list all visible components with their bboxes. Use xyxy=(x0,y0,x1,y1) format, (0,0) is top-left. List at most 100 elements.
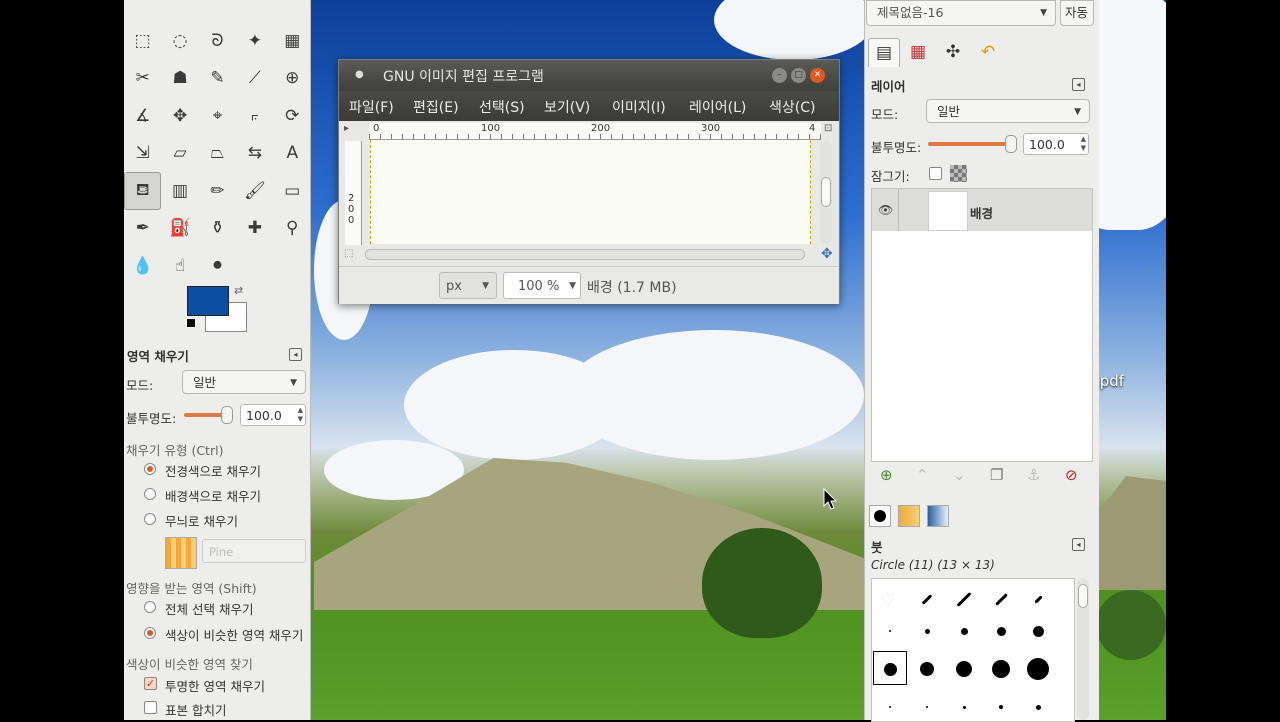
brush-preset[interactable] xyxy=(956,592,972,607)
opacity-spin[interactable]: 100.0 ▲ ▼ xyxy=(240,404,306,426)
eye-icon[interactable]: 👁 xyxy=(878,203,893,217)
fill-transparent-checkbox[interactable]: ✓ xyxy=(144,677,157,690)
spin-arrows-icon[interactable]: ▲ ▼ xyxy=(1081,135,1086,153)
pencil-icon[interactable]: ✏ xyxy=(199,172,236,210)
fill-transparent-label[interactable]: 투명한 영역 채우기 xyxy=(165,676,265,695)
unit-select[interactable]: px ▼ xyxy=(439,272,497,299)
minimize-icon[interactable]: – xyxy=(772,68,787,83)
brush-preset[interactable] xyxy=(889,630,891,632)
navigate-icon[interactable]: ✥ xyxy=(821,246,833,262)
layer-row[interactable]: 👁 배경 xyxy=(872,189,1092,231)
fill-fg-label[interactable]: 전경색으로 채우기 xyxy=(165,461,261,480)
ellipse-select-icon[interactable]: ◌ xyxy=(161,22,198,60)
fuzzy-select-icon[interactable]: ✦ xyxy=(236,22,273,60)
rect-select-icon[interactable]: ⬚ xyxy=(124,22,161,60)
brush-preset[interactable] xyxy=(924,628,930,634)
brush-preset[interactable] xyxy=(921,594,933,605)
perspective-clone-icon[interactable]: ⚲ xyxy=(274,210,311,248)
airbrush-icon[interactable]: ✒ xyxy=(124,210,161,248)
move-icon[interactable]: ✥ xyxy=(161,97,198,135)
fill-bg-label[interactable]: 배경색으로 채우기 xyxy=(165,486,261,505)
dodge-burn-icon[interactable]: ⚫ xyxy=(199,247,236,285)
vertical-scrollbar[interactable] xyxy=(820,141,832,243)
image-select[interactable]: 제목없음-16 ▼ xyxy=(866,0,1056,26)
horizontal-scrollbar[interactable] xyxy=(365,249,805,260)
horizontal-ruler[interactable]: 0 100 200 300 4 xyxy=(369,123,821,140)
brush-preset[interactable] xyxy=(920,662,934,676)
new-layer-icon[interactable]: ⊕ xyxy=(880,466,893,484)
channels-tab-icon[interactable]: ▦ xyxy=(903,38,933,66)
quick-mask-icon[interactable]: ⬚ xyxy=(344,248,353,259)
lock-alpha-icon[interactable] xyxy=(950,165,967,182)
align-icon[interactable]: ⌖ xyxy=(199,97,236,135)
duplicate-layer-icon[interactable]: ❐ xyxy=(990,466,1003,484)
flip-icon[interactable]: ⇆ xyxy=(236,135,273,173)
menu-item[interactable]: 파일(F) xyxy=(349,97,394,117)
zoom-icon[interactable]: ⊕ xyxy=(274,60,311,98)
brush-preset[interactable] xyxy=(999,705,1003,709)
menu-item[interactable]: 이미지(I) xyxy=(612,97,666,117)
layer-name[interactable]: 배경 xyxy=(970,203,993,222)
lock-pixels-checkbox[interactable] xyxy=(929,167,942,180)
perspective-icon[interactable]: ⏢ xyxy=(199,135,236,173)
brush-preset[interactable]: ♡ xyxy=(881,590,895,609)
brushes-panel-menu-icon[interactable]: ◂ xyxy=(1072,538,1085,551)
layers-tab-icon[interactable]: ▤ xyxy=(868,38,900,67)
auto-button[interactable]: 자동 xyxy=(1060,0,1094,26)
brush-scroll-thumb[interactable] xyxy=(1078,584,1088,608)
layer-opacity-spin[interactable]: 100.0 ▲ ▼ xyxy=(1023,133,1089,155)
foreground-color-swatch-top[interactable] xyxy=(187,286,229,316)
measure-icon[interactable]: ∡ xyxy=(124,97,161,135)
crop-icon[interactable]: ⟔ xyxy=(236,97,273,135)
undo-tab-icon[interactable]: ↶ xyxy=(973,38,1003,66)
sample-merged-label[interactable]: 표본 합치기 xyxy=(165,700,226,719)
blur-icon[interactable]: 💧 xyxy=(124,247,161,285)
brush-preset[interactable] xyxy=(960,627,968,635)
quick-mask-menu-icon[interactable]: ▸ xyxy=(344,123,349,134)
selected-brush-frame[interactable] xyxy=(873,651,907,685)
swap-colors-icon[interactable]: ⇄ xyxy=(234,284,243,297)
blend-icon[interactable]: ▥ xyxy=(161,172,198,210)
brush-preset[interactable] xyxy=(1027,658,1049,680)
smudge-icon[interactable]: ☝ xyxy=(161,247,198,285)
menu-item[interactable]: 보기(V) xyxy=(544,97,590,117)
window-menu-icon[interactable]: ● xyxy=(355,69,364,80)
free-select-icon[interactable]: ᘐ xyxy=(199,22,236,60)
brush-preset[interactable] xyxy=(994,593,1008,606)
anchor-layer-icon[interactable]: ⚓ xyxy=(1027,466,1040,484)
brush-preset[interactable] xyxy=(1035,704,1041,710)
bucket-fill-icon[interactable]: ⛾ xyxy=(124,172,162,210)
delete-layer-icon[interactable]: ⊘ xyxy=(1065,466,1078,484)
foreground-select-icon[interactable]: ☗ xyxy=(161,60,198,98)
menu-item[interactable]: 색상(C) xyxy=(769,97,815,117)
lower-layer-icon[interactable]: ⌄ xyxy=(953,466,966,484)
brush-preset[interactable] xyxy=(956,661,972,677)
layers-panel-menu-icon[interactable]: ◂ xyxy=(1072,78,1085,91)
menu-item[interactable]: 레이어(L) xyxy=(689,97,746,117)
zoom-fit-icon[interactable]: ⊡ xyxy=(824,123,832,134)
color-select-icon[interactable]: ▦ xyxy=(274,22,311,60)
default-colors-icon[interactable] xyxy=(186,318,196,328)
menu-item[interactable]: 편집(E) xyxy=(413,97,459,117)
pattern-swatch[interactable] xyxy=(165,537,197,569)
fill-pattern-label[interactable]: 무늬로 채우기 xyxy=(165,511,238,530)
opacity-slider[interactable] xyxy=(184,406,233,424)
brush-preset[interactable] xyxy=(992,660,1010,678)
zoom-select[interactable]: 100 % ▼ xyxy=(503,272,581,299)
paintbrush-icon[interactable]: 🖌 xyxy=(236,172,273,210)
image-window-titlebar[interactable]: ● GNU 이미지 편집 프로그램 – □ ✕ xyxy=(339,60,839,91)
heal-icon[interactable]: ✚ xyxy=(236,210,273,248)
image-canvas[interactable] xyxy=(370,140,811,244)
close-icon[interactable]: ✕ xyxy=(810,68,825,83)
layer-opacity-slider-thumb[interactable] xyxy=(1005,135,1017,153)
color-picker-icon[interactable]: ⟋ xyxy=(236,60,273,98)
brush-preset[interactable] xyxy=(1032,625,1044,637)
raise-layer-icon[interactable]: ⌃ xyxy=(916,466,929,484)
ink-icon[interactable]: ⛽ xyxy=(161,210,198,248)
paths-tab-icon[interactable]: ✣ xyxy=(938,38,968,66)
spin-arrows-icon[interactable]: ▲ ▼ xyxy=(298,406,303,424)
mode-select[interactable]: 일반 ▼ xyxy=(182,370,306,394)
text-icon[interactable]: A xyxy=(274,135,311,173)
affected-similar-label[interactable]: 색상이 비슷한 영역 채우기 xyxy=(165,625,303,644)
affected-all-radio[interactable] xyxy=(144,601,156,613)
